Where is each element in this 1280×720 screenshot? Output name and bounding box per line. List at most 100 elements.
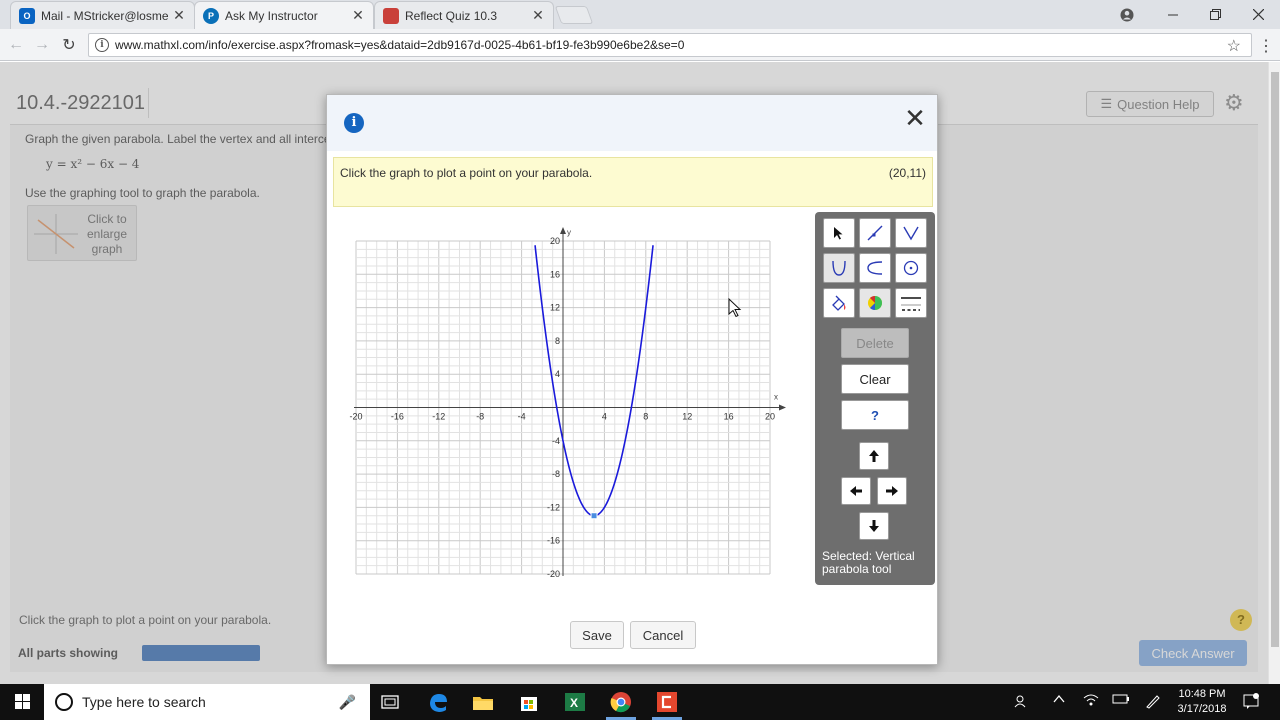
selected-tool-note: Selected: Vertical parabola tool — [822, 549, 915, 576]
graphing-dialog: i ✕ Click the graph to plot a point on y… — [326, 94, 938, 665]
profile-icon[interactable] — [1105, 0, 1149, 29]
y-tick-label: -4 — [552, 436, 560, 446]
y-tick-label: 4 — [555, 369, 560, 379]
y-tick-label: 8 — [555, 336, 560, 346]
horizontal-parabola-tool-icon[interactable] — [859, 253, 891, 283]
tool-help-button[interactable]: ? — [841, 400, 909, 430]
cursor-coordinate: (20,11) — [888, 166, 926, 180]
canvas-icon — [383, 7, 399, 24]
graph-canvas[interactable]: x y -20 -16 -12 -8 -4 4 8 12 16 20 -20 -16 -12 -8 -4 4 8 12… — [347, 219, 797, 584]
x-tick-label: 4 — [602, 412, 607, 422]
tab-reflect-quiz[interactable]: Reflect Quiz 10.3 ✕ — [374, 1, 554, 29]
pointer-tool-icon[interactable] — [823, 218, 855, 248]
y-tick-label: 12 — [550, 303, 560, 313]
x-tick-label: -4 — [518, 412, 526, 422]
mouse-cursor-icon — [728, 298, 742, 318]
clock-date: 3/17/2018 — [1177, 703, 1227, 715]
cancel-button[interactable]: Cancel — [630, 621, 696, 649]
x-tick-label: 20 — [765, 412, 775, 422]
line-tool-icon[interactable] — [859, 218, 891, 248]
arrow-down-icon[interactable] — [859, 512, 889, 540]
windows-taskbar: Type here to search 🎤 X 10:48 PM 3/17/20… — [0, 684, 1280, 720]
close-tab-icon[interactable]: ✕ — [351, 7, 365, 24]
canvas-app-icon[interactable] — [654, 689, 680, 715]
edge-icon[interactable] — [425, 689, 451, 715]
save-button[interactable]: Save — [570, 621, 624, 649]
browser-menu-icon[interactable]: ⋮ — [1258, 36, 1274, 56]
arrow-left-icon[interactable] — [841, 477, 871, 505]
new-tab-button[interactable] — [554, 6, 594, 24]
vertex-point — [590, 512, 598, 520]
hint-text: Click the graph to plot a point on your … — [340, 166, 593, 180]
bookmark-star-icon[interactable]: ☆ — [1227, 36, 1241, 56]
excel-icon[interactable]: X — [562, 689, 588, 715]
y-tick-label: -12 — [547, 502, 560, 512]
pen-icon[interactable] — [1145, 693, 1161, 712]
taskbar-search-input[interactable]: Type here to search 🎤 — [44, 684, 370, 720]
y-axis-label: y — [567, 228, 571, 237]
back-icon[interactable]: ← — [6, 35, 26, 55]
absolute-value-tool-icon[interactable] — [895, 218, 927, 248]
arrow-right-icon[interactable] — [877, 477, 907, 505]
x-tick-label: 8 — [643, 412, 648, 422]
x-tick-label: -16 — [391, 412, 404, 422]
close-dialog-icon[interactable]: ✕ — [903, 103, 927, 134]
graphing-toolbox: Delete Clear ? Selected: Vertical parabo… — [815, 212, 935, 585]
battery-icon[interactable] — [1112, 693, 1130, 708]
close-tab-icon[interactable]: ✕ — [172, 7, 186, 24]
clock-time: 10:48 PM — [1178, 688, 1226, 700]
minimize-icon[interactable] — [1151, 0, 1195, 29]
people-icon[interactable] — [1014, 693, 1030, 712]
line-style-tool-icon[interactable] — [895, 288, 927, 318]
y-axis-arrow — [560, 227, 566, 234]
x-tick-label: -12 — [432, 412, 445, 422]
svg-text:X: X — [570, 696, 578, 710]
address-bar[interactable]: i www.mathxl.com/info/exercise.aspx?from… — [88, 33, 1252, 57]
site-info-icon[interactable]: i — [95, 38, 109, 52]
close-tab-icon[interactable]: ✕ — [531, 7, 545, 24]
tab-label: Reflect Quiz 10.3 — [405, 8, 498, 23]
chrome-icon[interactable] — [608, 689, 634, 715]
close-window-icon[interactable] — [1236, 0, 1280, 29]
circle-tool-icon[interactable] — [895, 253, 927, 283]
x-axis-arrow — [779, 404, 786, 411]
file-explorer-icon[interactable] — [470, 689, 496, 715]
y-tick-label: -20 — [547, 569, 560, 579]
cortana-icon — [55, 693, 73, 711]
pearson-icon: P — [203, 7, 219, 24]
delete-button[interactable]: Delete — [841, 328, 909, 358]
color-tool-icon[interactable] — [859, 288, 891, 318]
fill-tool-icon[interactable] — [823, 288, 855, 318]
clear-button[interactable]: Clear — [841, 364, 909, 394]
tab-ask-my-instructor[interactable]: P Ask My Instructor ✕ — [194, 1, 374, 29]
tab-label: Mail - MStricker@losmed — [41, 8, 168, 23]
scroll-thumb[interactable] — [1271, 72, 1279, 647]
forward-icon[interactable]: → — [32, 35, 52, 55]
chevron-up-icon[interactable] — [1053, 693, 1065, 708]
windows-start-icon[interactable] — [8, 692, 36, 712]
outlook-icon: O — [19, 7, 35, 24]
url-text: www.mathxl.com/info/exercise.aspx?fromas… — [115, 38, 685, 52]
store-icon[interactable] — [516, 689, 542, 715]
y-tick-label: 16 — [550, 269, 560, 279]
system-clock[interactable]: 10:48 PM 3/17/2018 — [1176, 687, 1228, 717]
reload-icon[interactable]: ↻ — [59, 35, 79, 55]
action-center-icon[interactable] — [1243, 693, 1259, 712]
wifi-icon[interactable] — [1083, 693, 1099, 710]
microphone-icon[interactable]: 🎤 — [339, 694, 356, 711]
tab-strip: O Mail - MStricker@losmed ✕ P Ask My Ins… — [0, 0, 1280, 29]
arrow-up-icon[interactable] — [859, 442, 889, 470]
search-placeholder: Type here to search — [82, 694, 206, 710]
vertical-parabola-tool-icon[interactable] — [823, 253, 855, 283]
y-tick-label: 20 — [550, 236, 560, 246]
page-scrollbar[interactable] — [1268, 62, 1280, 684]
tab-mail[interactable]: O Mail - MStricker@losmed ✕ — [10, 1, 195, 29]
info-icon: i — [344, 113, 364, 133]
x-tick-label: 12 — [682, 412, 692, 422]
restore-icon[interactable] — [1193, 0, 1237, 29]
y-tick-label: -16 — [547, 536, 560, 546]
x-tick-label: -8 — [476, 412, 484, 422]
dialog-header: i ✕ — [327, 95, 937, 151]
task-view-icon[interactable] — [377, 689, 403, 715]
x-tick-label: -20 — [349, 412, 362, 422]
